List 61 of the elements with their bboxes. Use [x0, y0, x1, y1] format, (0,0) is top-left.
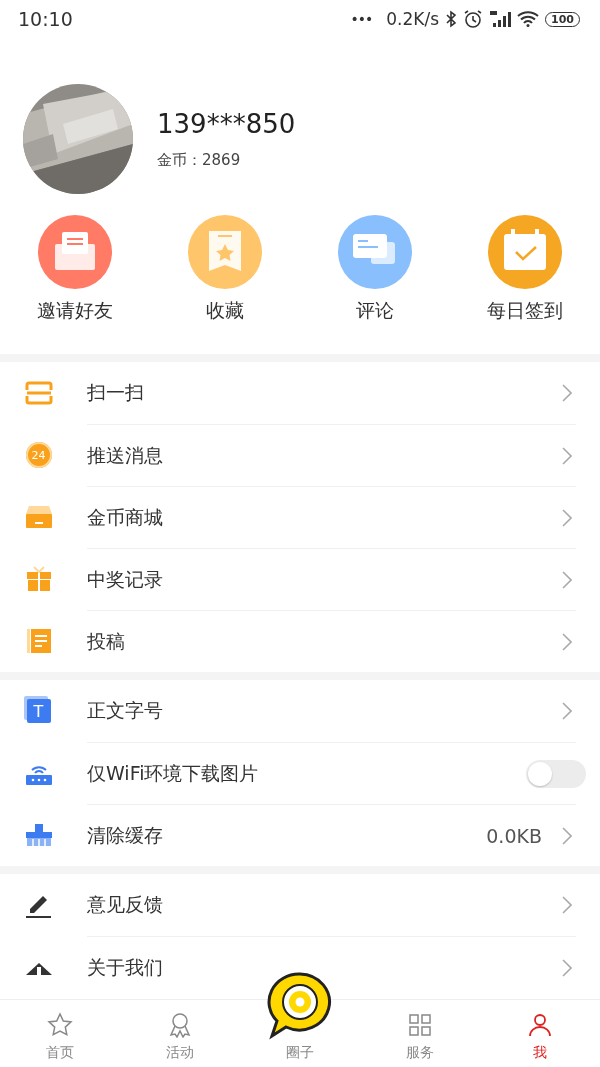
brush-icon: [24, 823, 53, 847]
chevron-icon: [562, 446, 572, 465]
status-time: 10:10: [18, 8, 73, 30]
menu-row[interactable]: T 正文字号: [0, 680, 600, 742]
action-label[interactable]: 邀请好友: [37, 298, 113, 324]
chevron-icon: [562, 702, 572, 720]
menu-label: 投稿: [87, 628, 126, 654]
menu-row[interactable]: 金币商城: [0, 486, 600, 548]
scan-icon: [24, 381, 53, 405]
chevron-icon: [562, 508, 572, 527]
tab[interactable]: 活动: [120, 1000, 240, 1067]
menu-label: 金币商城: [87, 504, 164, 530]
action-label[interactable]: 每日签到: [487, 298, 563, 324]
chevron-icon: [562, 570, 572, 589]
menu-row[interactable]: 24 推送消息: [0, 424, 600, 486]
menu-row[interactable]: 扫一扫: [0, 362, 600, 424]
menu-label: 正文字号: [87, 698, 164, 723]
menu-label: 推送消息: [87, 442, 164, 468]
alarm-clock-icon: [463, 9, 484, 29]
chevron-icon: [562, 826, 572, 845]
cache-size: 0.0KB: [486, 824, 542, 847]
shop-icon: [24, 505, 53, 529]
font-size-icon: T: [26, 699, 51, 723]
envelope-icon[interactable]: [37, 214, 113, 290]
more-dots: •••: [350, 11, 373, 27]
chevron-icon: [562, 384, 572, 402]
clock-badge-icon: 24: [25, 442, 52, 468]
menu-label: 清除缓存: [87, 822, 164, 848]
menu-label: 意见反馈: [87, 892, 164, 917]
calendar-check-icon[interactable]: [487, 214, 563, 290]
menu-row[interactable]: 中奖记录: [0, 548, 600, 610]
bluetooth-icon: [445, 10, 458, 28]
chevron-icon: [562, 896, 572, 914]
menu-label: 仅WiFi环境下载图片: [87, 760, 260, 786]
menu-label: 中奖记录: [87, 566, 164, 592]
wifi-icon: [517, 11, 540, 27]
tab[interactable]: 首页: [0, 1000, 120, 1067]
star-icon: [47, 1012, 73, 1038]
menu-row[interactable]: 意见反馈: [0, 874, 600, 936]
chevron-icon: [562, 958, 572, 977]
grid-icon: [407, 1012, 433, 1038]
tab[interactable]: 服务: [360, 1000, 480, 1067]
chat-bubbles-icon[interactable]: [337, 214, 413, 290]
coin-balance: 金币：2869: [157, 150, 242, 170]
phone-number: 139***850: [157, 108, 296, 139]
menu-label: 扫一扫: [87, 380, 145, 405]
action-label[interactable]: 收藏: [206, 298, 244, 324]
gift-icon: [24, 566, 53, 592]
signal-icon: [489, 10, 512, 28]
medal-icon: [167, 1012, 193, 1038]
menu-row[interactable]: 仅WiFi环境下载图片: [0, 742, 600, 804]
toggle-switch[interactable]: [526, 759, 586, 788]
network-speed: 0.2K/s: [386, 9, 440, 29]
bookmark-icon[interactable]: [187, 214, 263, 290]
menu-label: 关于我们: [87, 954, 164, 980]
chevron-icon: [562, 632, 572, 651]
tab[interactable]: 我: [480, 1000, 600, 1067]
document-icon: [25, 628, 52, 654]
tab[interactable]: 圈子: [240, 966, 360, 1067]
person-icon: [527, 1012, 553, 1038]
action-label[interactable]: 评论: [356, 298, 394, 324]
